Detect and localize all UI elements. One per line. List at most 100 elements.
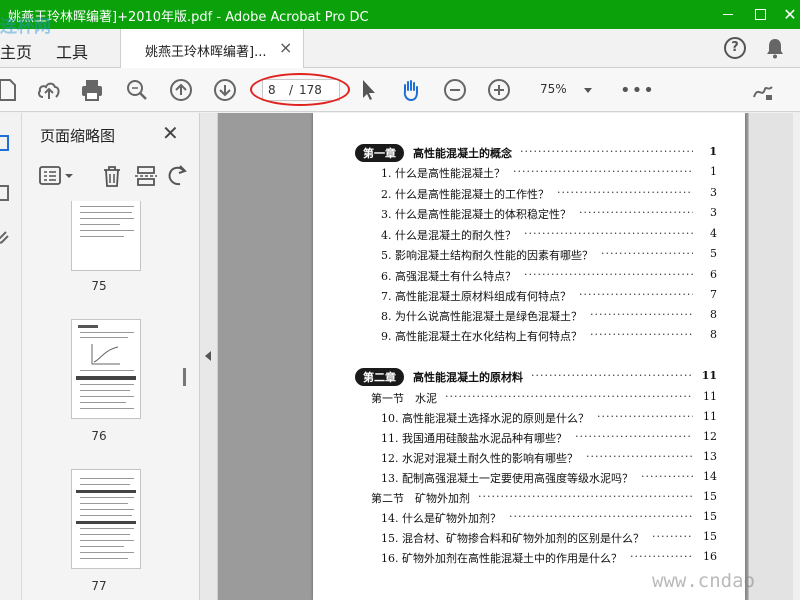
toc-page-number: 4: [710, 227, 717, 240]
toc-entry-text: 9. 高性能混凝土在水化结构上有何特点？: [381, 330, 582, 343]
thumbnail-page-number: 77: [91, 579, 107, 593]
toc-entry-text: 4. 什么是混凝土的耐久性？: [381, 229, 516, 242]
toc-entry-text: 5. 影响混凝土结构耐久性能的因素有哪些？: [381, 249, 593, 262]
thumbnail-page-number: 75: [91, 279, 107, 293]
toc-page-number: 3: [710, 186, 717, 199]
toc-item-row[interactable]: 15. 混合材、矿物掺合料和矿物外加剂的区别是什么？ ··············…: [313, 528, 745, 546]
toc-leader-dots: ········································…: [590, 328, 693, 341]
toc-entry-text: 第一节 水泥: [371, 392, 437, 405]
document-scrollbar[interactable]: [793, 113, 800, 600]
toc-page-number: 12: [703, 430, 717, 443]
toc-leader-dots: ········································…: [524, 227, 693, 240]
extract-page-icon[interactable]: [132, 163, 160, 189]
help-icon[interactable]: ?: [724, 37, 746, 59]
toc-page-number: 5: [710, 247, 717, 260]
toc-section-row[interactable]: 第一节 水泥 ··································…: [313, 388, 745, 406]
left-tool-strip: [0, 113, 22, 600]
toc-section-row[interactable]: 第二节 矿物外加剂 ·······························…: [313, 488, 745, 506]
upload-icon[interactable]: [36, 77, 62, 103]
toc-item-row[interactable]: 3. 什么是高性能混凝土的体积稳定性？ ·····················…: [313, 204, 745, 222]
attachments-panel-icon[interactable]: [0, 183, 14, 203]
close-panel-button[interactable]: ✕: [162, 121, 179, 145]
toc-page-number: 8: [710, 328, 717, 341]
toc-item-row[interactable]: 12. 水泥对混凝土耐久性的影响有哪些？ ····················…: [313, 448, 745, 466]
minimize-icon[interactable]: [712, 0, 744, 29]
toc-entry-text: 3. 什么是高性能混凝土的体积稳定性？: [381, 208, 571, 221]
print-icon[interactable]: [79, 77, 105, 103]
select-cursor-icon[interactable]: [355, 77, 381, 103]
document-tab[interactable]: 姚燕王玲林晖编著]... ×: [120, 29, 304, 68]
toc-item-row[interactable]: 16. 矿物外加剂在高性能混凝土中的作用是什么？ ················…: [313, 548, 745, 566]
toc-leader-dots: ········································…: [520, 145, 693, 158]
paperclip-icon[interactable]: [0, 228, 14, 248]
maximize-icon[interactable]: [744, 0, 776, 29]
create-pdf-icon[interactable]: [0, 77, 20, 103]
toc-leader-dots: ········································…: [509, 510, 693, 523]
delete-page-icon[interactable]: [98, 163, 126, 189]
toc-page-number: 1: [709, 145, 717, 158]
toc-item-row[interactable]: 2. 什么是高性能混凝土的工作性？ ·······················…: [313, 184, 745, 202]
toc-leader-dots: ········································…: [630, 550, 693, 563]
thumbnail-page[interactable]: [71, 201, 141, 271]
toc-entry-text: 14. 什么是矿物外加剂？: [381, 512, 501, 525]
toc-entry-text: 12. 水泥对混凝土耐久性的影响有哪些？: [381, 452, 578, 465]
toc-chapter-row[interactable]: 第一章 高性能混凝土的概念 ····························…: [313, 143, 745, 162]
toc-leader-dots: ········································…: [531, 369, 693, 382]
toc-leader-dots: ········································…: [557, 186, 693, 199]
notification-bell-icon[interactable]: [762, 35, 788, 61]
more-tools-button[interactable]: •••: [620, 80, 655, 101]
sign-icon[interactable]: [750, 77, 776, 103]
thumbnail-page-number: 76: [91, 429, 107, 443]
home-tab[interactable]: 主页: [0, 39, 32, 63]
thumbnail-list[interactable]: 75 76 77: [22, 201, 200, 600]
hand-tool-icon[interactable]: [398, 77, 424, 103]
toc-leader-dots: ········································…: [478, 490, 693, 503]
toc-entry-text: 10. 高性能混凝土选择水泥的原则是什么？: [381, 412, 589, 425]
bookmark-panel-icon[interactable]: [0, 133, 14, 153]
zoom-dropdown[interactable]: 75%: [530, 79, 600, 101]
zoom-out-icon[interactable]: [442, 77, 468, 103]
toc-item-row[interactable]: 5. 影响混凝土结构耐久性能的因素有哪些？ ···················…: [313, 245, 745, 263]
panel-collapse-handle[interactable]: [200, 113, 218, 600]
toc-entry-text: 1. 什么是高性能混凝土？: [381, 167, 505, 180]
toc-leader-dots: ········································…: [575, 430, 693, 443]
toc-item-row[interactable]: 13. 配制高强混凝土一定要使用高强度等级水泥吗？ ···············…: [313, 468, 745, 486]
thumbnail-graph: [91, 344, 120, 365]
toc-page-number: 11: [703, 410, 717, 423]
thumbnail-page[interactable]: [71, 469, 141, 569]
toc-entry-text: 高性能混凝土的概念: [413, 147, 512, 160]
rotate-page-icon[interactable]: [164, 163, 192, 189]
chapter-badge: 第一章: [355, 144, 404, 162]
page-down-icon[interactable]: [212, 77, 238, 103]
close-window-button[interactable]: ✕: [774, 0, 800, 29]
toc-item-row[interactable]: 9. 高性能混凝土在水化结构上有何特点？ ····················…: [313, 326, 745, 344]
thumbnail-scrollbar[interactable]: [183, 368, 186, 386]
toc-item-row[interactable]: 14. 什么是矿物外加剂？ ···························…: [313, 508, 745, 526]
toc-item-row[interactable]: 7. 高性能混凝土原材料组成有何特点？ ·····················…: [313, 286, 745, 304]
toc-entry-text: 15. 混合材、矿物掺合料和矿物外加剂的区别是什么？: [381, 532, 644, 545]
thumbnail-options-icon[interactable]: [38, 163, 76, 189]
search-icon[interactable]: [124, 77, 150, 103]
toc-item-row[interactable]: 8. 为什么说高性能混凝土是绿色混凝土？ ····················…: [313, 306, 745, 324]
toc-item-row[interactable]: 4. 什么是混凝土的耐久性？ ··························…: [313, 225, 745, 243]
thumbnail-page[interactable]: [71, 319, 141, 419]
toc-leader-dots: ········································…: [601, 247, 693, 260]
toc-leader-dots: ········································…: [445, 390, 693, 403]
page-number-field[interactable]: 8 / 178: [262, 79, 340, 101]
panel-title: 页面缩略图: [40, 127, 116, 145]
toc-page-number: 11: [703, 390, 717, 403]
toc-chapter-row[interactable]: 第二章 高性能混凝土的原材料 ···························…: [313, 367, 745, 386]
close-tab-button[interactable]: ×: [279, 38, 292, 57]
current-page-value[interactable]: 8: [268, 83, 276, 97]
page-up-icon[interactable]: [168, 77, 194, 103]
toc-item-row[interactable]: 10. 高性能混凝土选择水泥的原则是什么？ ···················…: [313, 408, 745, 426]
toc-item-row[interactable]: 6. 高强混凝土有什么特点？ ··························…: [313, 266, 745, 284]
tools-tab[interactable]: 工具: [56, 39, 88, 63]
collapse-arrow-icon: [205, 351, 211, 361]
toc-item-row[interactable]: 1. 什么是高性能混凝土？ ···························…: [313, 163, 745, 181]
title-bar: 姚燕王玲林晖编著]+2010年版.pdf - Adobe Acrobat Pro…: [0, 0, 800, 29]
document-view[interactable]: 第一章 高性能混凝土的概念 ····························…: [218, 113, 800, 600]
toc-item-row[interactable]: 11. 我国通用硅酸盐水泥品种有哪些？ ·····················…: [313, 428, 745, 446]
zoom-in-icon[interactable]: [486, 77, 512, 103]
toc-leader-dots: ········································…: [579, 206, 693, 219]
